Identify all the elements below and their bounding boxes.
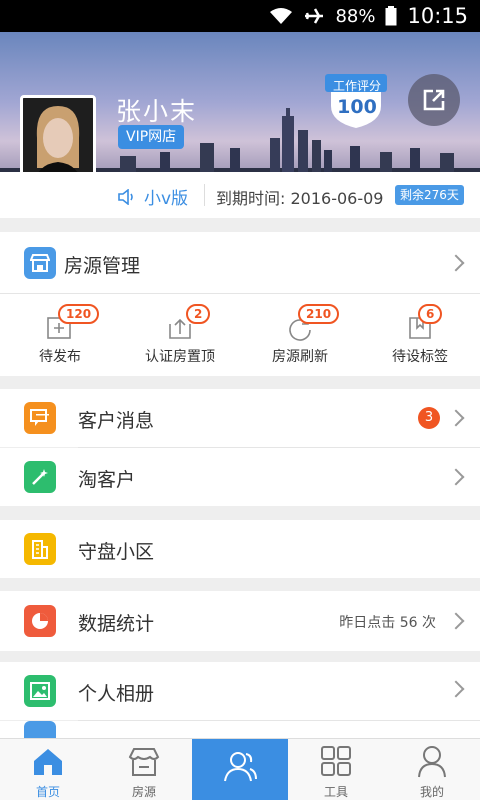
statistics-row[interactable]: 数据统计 昨日点击 56 次 <box>0 591 480 651</box>
user-name: 张小末 <box>116 97 198 126</box>
battery-percent: 88% <box>335 5 376 27</box>
find-customers-label: 淘客户 <box>78 469 136 491</box>
building-icon <box>24 533 56 565</box>
house-management-row[interactable]: 房源管理 <box>0 232 480 294</box>
expire-label: 到期时间: <box>216 189 286 208</box>
pending-publish-label: 待发布 <box>39 349 81 365</box>
album-label: 个人相册 <box>78 683 155 705</box>
refresh-label: 房源刷新 <box>272 349 328 365</box>
set-tags-badge: 6 <box>418 304 443 324</box>
house-management-label: 房源管理 <box>64 255 141 277</box>
expire-info: 到期时间: 2016-06-09 <box>216 185 383 209</box>
certified-top-label: 认证房置顶 <box>145 349 215 365</box>
quick-actions: 120 待发布 2 认证房置顶 210 房源刷新 6 待设标签 <box>0 294 480 376</box>
community-row[interactable]: 守盘小区 <box>0 520 480 578</box>
score-value: 100 <box>337 96 377 118</box>
airplane-icon <box>303 7 325 25</box>
tab-me[interactable]: 我的 <box>384 739 480 800</box>
pie-chart-icon <box>24 605 56 637</box>
clock: 10:15 <box>407 4 468 28</box>
magic-wand-icon <box>24 461 56 493</box>
photo-icon <box>24 675 56 707</box>
quick-action-set-tags[interactable]: 6 待设标签 <box>360 294 480 376</box>
person-icon <box>418 746 446 778</box>
tab-me-label: 我的 <box>419 785 444 799</box>
tab-tools-label: 工具 <box>323 785 348 799</box>
customer-messages-row[interactable]: 客户消息 3 <box>0 389 480 447</box>
wifi-icon <box>269 7 293 25</box>
chevron-right-icon <box>447 680 465 698</box>
list-item <box>0 721 480 738</box>
divider <box>204 184 205 206</box>
quick-action-certified-top[interactable]: 2 认证房置顶 <box>120 294 240 376</box>
chat-icon <box>24 402 56 434</box>
score-label: 工作评分 <box>332 79 381 93</box>
remaining-days-badge: 剩余276天 <box>395 185 464 205</box>
membership-info-row: 小v版 到期时间: 2016-06-09 剩余276天 <box>0 172 480 218</box>
tab-home[interactable]: 首页 <box>0 739 96 800</box>
share-icon <box>423 89 445 111</box>
quick-action-refresh[interactable]: 210 房源刷新 <box>240 294 360 376</box>
expire-date: 2016-06-09 <box>290 189 384 208</box>
quick-action-pending-publish[interactable]: 120 待发布 <box>0 294 120 376</box>
home-icon <box>34 749 62 775</box>
tab-home-label: 首页 <box>35 785 60 799</box>
unread-badge: 3 <box>418 407 440 429</box>
people-icon <box>224 752 257 782</box>
bottom-tab-bar: 首页 房源 工具 我的 <box>0 738 480 800</box>
speaker-icon <box>118 188 133 205</box>
status-bar: 88% 10:15 <box>0 0 480 32</box>
partial-item-icon <box>24 721 56 738</box>
shop-icon <box>128 748 160 776</box>
chevron-right-icon <box>447 254 465 272</box>
grid-icon <box>321 746 351 776</box>
refresh-badge: 210 <box>298 304 340 324</box>
tab-customers[interactable] <box>192 739 288 800</box>
pending-publish-badge: 120 <box>58 304 100 324</box>
battery-icon <box>385 6 397 26</box>
find-customers-row[interactable]: 淘客户 <box>0 448 480 506</box>
tab-listings-label: 房源 <box>131 785 156 799</box>
community-label: 守盘小区 <box>78 541 155 563</box>
tab-tools[interactable]: 工具 <box>288 739 384 800</box>
yesterday-clicks: 昨日点击 56 次 <box>339 615 436 631</box>
statistics-label: 数据统计 <box>78 613 155 635</box>
store-icon <box>24 247 56 279</box>
set-tags-label: 待设标签 <box>392 349 448 365</box>
share-button[interactable] <box>408 74 460 126</box>
customer-messages-label: 客户消息 <box>78 410 155 432</box>
album-row[interactable]: 个人相册 <box>0 662 480 720</box>
version-tag[interactable]: 小v版 <box>118 184 188 209</box>
vip-badge[interactable]: VIP网店 <box>118 125 185 149</box>
chevron-right-icon <box>447 612 465 630</box>
tab-listings[interactable]: 房源 <box>96 739 192 800</box>
chevron-right-icon <box>447 468 465 486</box>
chevron-right-icon <box>447 409 465 427</box>
certified-top-badge: 2 <box>186 304 211 324</box>
version-label: 小v版 <box>144 189 189 209</box>
